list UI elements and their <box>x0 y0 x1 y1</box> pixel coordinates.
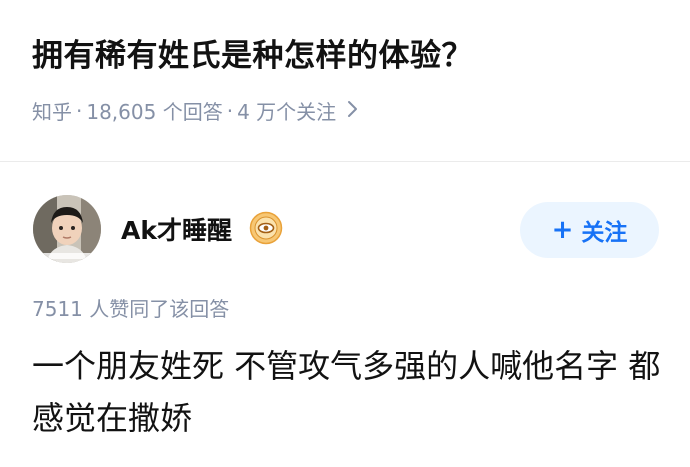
answers-count: 18,605 个回答 <box>86 100 223 124</box>
divider <box>0 161 690 162</box>
follow-button[interactable]: + 关注 <box>520 202 659 258</box>
avatar[interactable] <box>33 195 101 263</box>
meta-separator: · <box>226 98 234 123</box>
plus-icon: + <box>551 215 574 245</box>
follow-label: 关注 <box>581 220 628 246</box>
followers-count: 4 万个关注 <box>237 100 337 124</box>
author-name[interactable]: Ak才睡醒 <box>121 211 232 247</box>
chevron-right-icon[interactable] <box>346 99 358 123</box>
answer-content[interactable]: 一个朋友姓死 不管攻气多强的人喊他名字 都感觉在撒娇 <box>32 340 672 444</box>
vote-info: 7511 人赞同了该回答 <box>32 297 230 321</box>
eye-badge-icon[interactable] <box>249 211 283 245</box>
question-title[interactable]: 拥有稀有姓氏是种怎样的体验？ <box>32 30 473 75</box>
question-meta[interactable]: 知乎 · 18,605 个回答 · 4 万个关注 <box>32 96 358 125</box>
source-label: 知乎 <box>32 100 72 124</box>
meta-separator: · <box>76 98 83 123</box>
